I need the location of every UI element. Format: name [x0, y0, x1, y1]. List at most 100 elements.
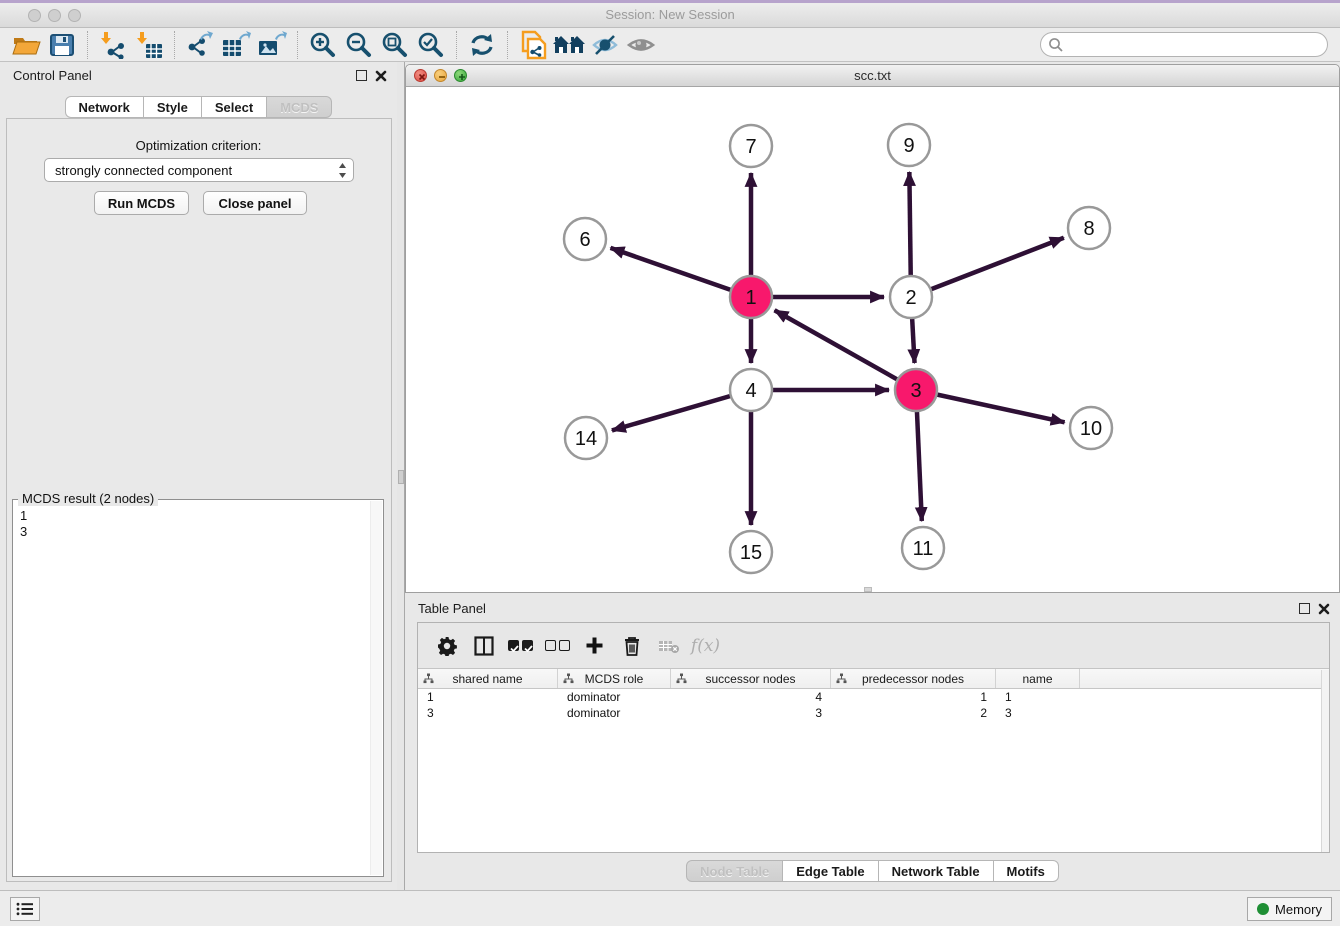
divider-handle[interactable]	[398, 470, 404, 484]
clone-network-icon[interactable]	[515, 30, 551, 60]
toolbar-separator	[507, 31, 508, 59]
export-network-icon[interactable]	[182, 30, 218, 60]
home-icon[interactable]	[551, 30, 587, 60]
table-cell: dominator	[558, 705, 671, 721]
save-session-icon[interactable]	[44, 30, 80, 60]
graph-node-11[interactable]: 11	[902, 527, 944, 569]
tab-motifs[interactable]: Motifs	[994, 860, 1059, 882]
mcds-result-scrollbar[interactable]	[370, 501, 382, 875]
delete-row-icon[interactable]	[613, 629, 650, 663]
tab-network[interactable]: Network	[65, 96, 144, 118]
export-image-icon[interactable]	[254, 30, 290, 60]
table-body: 1dominator4113dominator323	[418, 689, 1329, 721]
network-window: scc.txt 1 2 3 4 6 7 8 9 10 11 14 15	[405, 64, 1340, 593]
main-toolbar	[0, 28, 1340, 62]
search-box[interactable]	[1040, 32, 1328, 57]
zoom-out-icon[interactable]	[341, 30, 377, 60]
table-toolbar: f(x)	[418, 623, 1329, 669]
export-table-icon[interactable]	[218, 30, 254, 60]
tab-network-table[interactable]: Network Table	[879, 860, 994, 882]
graph-node-14[interactable]: 14	[565, 417, 607, 459]
table-scrollbar[interactable]	[1321, 670, 1329, 852]
search-input[interactable]	[1064, 35, 1327, 55]
column-header-predecessor-nodes[interactable]: predecessor nodes	[831, 669, 996, 688]
table-cell: 1	[996, 689, 1080, 705]
tab-style[interactable]: Style	[144, 96, 202, 118]
deselect-all-columns-icon[interactable]	[539, 629, 576, 663]
graph-node-4[interactable]: 4	[730, 369, 772, 411]
svg-text:2: 2	[905, 287, 916, 309]
open-session-icon[interactable]	[8, 30, 44, 60]
zoom-selected-icon[interactable]	[413, 30, 449, 60]
tab-select[interactable]: Select	[202, 96, 267, 118]
svg-text:8: 8	[1083, 218, 1094, 240]
refresh-layout-icon[interactable]	[464, 30, 500, 60]
svg-text:1: 1	[745, 287, 756, 309]
function-builder-icon-disabled: f(x)	[687, 629, 724, 663]
column-header-successor-nodes[interactable]: successor nodes	[671, 669, 831, 688]
show-graphics-details-icon[interactable]	[623, 30, 659, 60]
memory-label: Memory	[1275, 902, 1322, 917]
run-mcds-button[interactable]: Run MCDS	[94, 191, 189, 215]
column-header-MCDS-role[interactable]: MCDS role	[558, 669, 671, 688]
table-cell: 1	[831, 689, 996, 705]
table-row[interactable]: 1dominator411	[418, 689, 1329, 705]
graph-edge-3-1[interactable]	[775, 310, 916, 390]
close-panel-icon[interactable]	[1318, 602, 1330, 620]
panel-divider[interactable]	[397, 62, 405, 890]
toolbar-separator	[456, 31, 457, 59]
graph-node-7[interactable]: 7	[730, 125, 772, 167]
graph-node-1[interactable]: 1	[730, 276, 772, 318]
svg-text:14: 14	[575, 428, 597, 450]
column-header-name[interactable]: name	[996, 669, 1080, 688]
settings-gear-icon[interactable]	[428, 629, 465, 663]
zoom-fit-icon[interactable]	[377, 30, 413, 60]
tab-node-table[interactable]: Node Table	[686, 860, 783, 882]
tab-mcds[interactable]: MCDS	[267, 96, 332, 118]
control-panel-tabs: NetworkStyleSelectMCDS	[0, 96, 397, 118]
network-window-titlebar[interactable]: scc.txt	[406, 65, 1339, 87]
select-all-columns-icon[interactable]	[502, 629, 539, 663]
graph-node-6[interactable]: 6	[564, 218, 606, 260]
close-panel-icon[interactable]	[375, 69, 387, 87]
import-network-icon[interactable]	[95, 30, 131, 60]
criterion-value: strongly connected component	[55, 163, 232, 178]
add-row-icon[interactable]	[576, 629, 613, 663]
table-panel-title: Table Panel	[418, 601, 486, 616]
table-header: shared nameMCDS rolesuccessor nodesprede…	[418, 669, 1329, 689]
graph-node-9[interactable]: 9	[888, 124, 930, 166]
zoom-in-icon[interactable]	[305, 30, 341, 60]
table-row[interactable]: 3dominator323	[418, 705, 1329, 721]
delete-table-icon-disabled	[650, 629, 687, 663]
canvas-resize-handle[interactable]	[864, 587, 872, 592]
memory-button[interactable]: Memory	[1247, 897, 1332, 921]
window-title: Session: New Session	[0, 7, 1340, 22]
criterion-dropdown[interactable]: strongly connected component	[44, 158, 354, 182]
svg-text:6: 6	[579, 229, 590, 251]
graph-edge-2-8[interactable]	[911, 238, 1064, 297]
mcds-result-text: 1 3	[20, 508, 27, 540]
graph-node-2[interactable]: 2	[890, 276, 932, 318]
task-history-button[interactable]	[10, 897, 40, 921]
graph-edge-3-10[interactable]	[916, 390, 1065, 422]
mcds-result-title: MCDS result (2 nodes)	[18, 491, 158, 506]
graph-node-8[interactable]: 8	[1068, 207, 1110, 249]
graph-edge-1-6[interactable]	[610, 248, 751, 297]
close-panel-button[interactable]: Close panel	[203, 191, 307, 215]
dropdown-stepper-icon	[338, 162, 347, 182]
import-table-icon[interactable]	[131, 30, 167, 60]
table-panel: Table Panel	[405, 595, 1340, 890]
float-panel-icon[interactable]	[1299, 603, 1310, 614]
split-view-icon[interactable]	[465, 629, 502, 663]
network-canvas[interactable]: 1 2 3 4 6 7 8 9 10 11 14 15	[406, 87, 1339, 592]
hide-graphics-details-icon[interactable]	[587, 30, 623, 60]
graph-node-3[interactable]: 3	[895, 369, 937, 411]
tab-edge-table[interactable]: Edge Table	[783, 860, 878, 882]
graph-node-10[interactable]: 10	[1070, 407, 1112, 449]
column-header-shared-name[interactable]: shared name	[418, 669, 558, 688]
svg-text:3: 3	[910, 380, 921, 402]
float-panel-icon[interactable]	[356, 70, 367, 81]
search-icon	[1048, 37, 1064, 53]
graph-node-15[interactable]: 15	[730, 531, 772, 573]
toolbar-separator	[297, 31, 298, 59]
